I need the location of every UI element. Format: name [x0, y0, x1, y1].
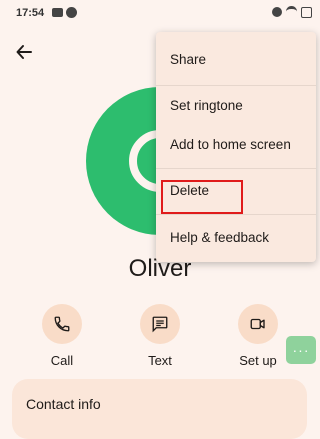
menu-item-add-to-home-screen[interactable]: Add to home screen	[156, 124, 316, 164]
status-time: 17:54	[16, 7, 45, 19]
do-not-disturb-icon	[272, 7, 282, 17]
call-label: Call	[50, 353, 74, 368]
battery-icon	[301, 6, 312, 18]
overflow-menu: Share Set ringtone Add to home screen De…	[156, 32, 316, 262]
video-circle	[238, 304, 278, 344]
video-icon	[250, 318, 265, 330]
menu-item-set-ringtone[interactable]: Set ringtone	[156, 85, 316, 125]
status-bar: 17:54	[0, 0, 320, 24]
text-button[interactable]: Text	[120, 304, 200, 368]
menu-item-share[interactable]: Share	[156, 39, 316, 79]
status-icons	[272, 6, 312, 18]
notification-icon	[66, 7, 77, 18]
message-icon	[152, 316, 168, 333]
call-button[interactable]: Call	[22, 304, 102, 368]
text-label: Text	[148, 353, 172, 368]
text-circle	[140, 304, 180, 344]
call-circle	[42, 304, 82, 344]
delete-highlight-box	[161, 180, 243, 214]
phone-icon	[54, 316, 70, 332]
contact-info-card: Contact info	[12, 379, 307, 439]
arrow-back-icon	[16, 45, 32, 59]
menu-divider	[156, 214, 316, 215]
more-button[interactable]: ···	[286, 336, 316, 364]
wifi-icon	[286, 6, 297, 18]
contact-info-title: Contact info	[26, 396, 101, 412]
menu-divider	[156, 168, 316, 169]
menu-item-help-feedback[interactable]: Help & feedback	[156, 217, 316, 257]
notification-icon	[52, 8, 63, 17]
back-button[interactable]	[12, 40, 36, 64]
